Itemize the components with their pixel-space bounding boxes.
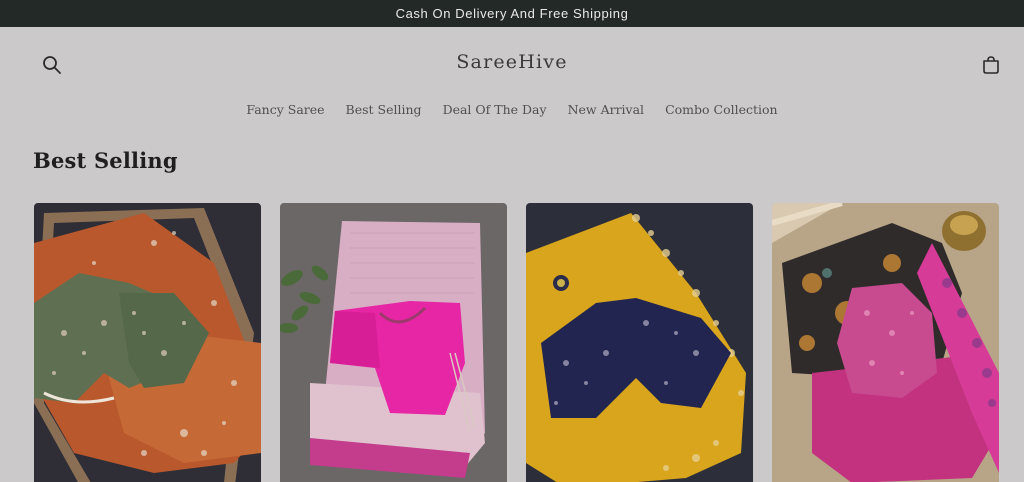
announcement-bar: Cash On Delivery And Free Shipping (0, 0, 1024, 27)
cart-button[interactable] (979, 53, 1003, 77)
product-image-orange-saree (34, 203, 261, 482)
main-navigation: Fancy Saree Best Selling Deal Of The Day… (0, 102, 1024, 122)
product-card-3[interactable] (526, 203, 753, 482)
announcement-text: Cash On Delivery And Free Shipping (395, 6, 629, 21)
product-image-yellow-saree (526, 203, 753, 482)
product-image-pink-saree (280, 203, 507, 482)
product-card-4[interactable] (772, 203, 999, 482)
search-button[interactable] (40, 53, 64, 77)
site-header: SareeHive (0, 27, 1024, 102)
brand-logo[interactable]: SareeHive (0, 51, 1024, 73)
product-card-2[interactable] (280, 203, 507, 482)
product-image-kalamkari-saree (772, 203, 999, 482)
cart-icon (983, 56, 999, 74)
nav-best-selling[interactable]: Best Selling (346, 102, 422, 122)
search-icon (43, 56, 61, 74)
product-card-1[interactable] (34, 203, 261, 482)
section-title: Best Selling (33, 148, 178, 173)
product-grid (34, 203, 999, 482)
nav-new-arrival[interactable]: New Arrival (568, 102, 645, 122)
nav-fancy-saree[interactable]: Fancy Saree (246, 102, 324, 122)
nav-deal-of-the-day[interactable]: Deal Of The Day (443, 102, 547, 122)
nav-combo-collection[interactable]: Combo Collection (665, 102, 778, 122)
